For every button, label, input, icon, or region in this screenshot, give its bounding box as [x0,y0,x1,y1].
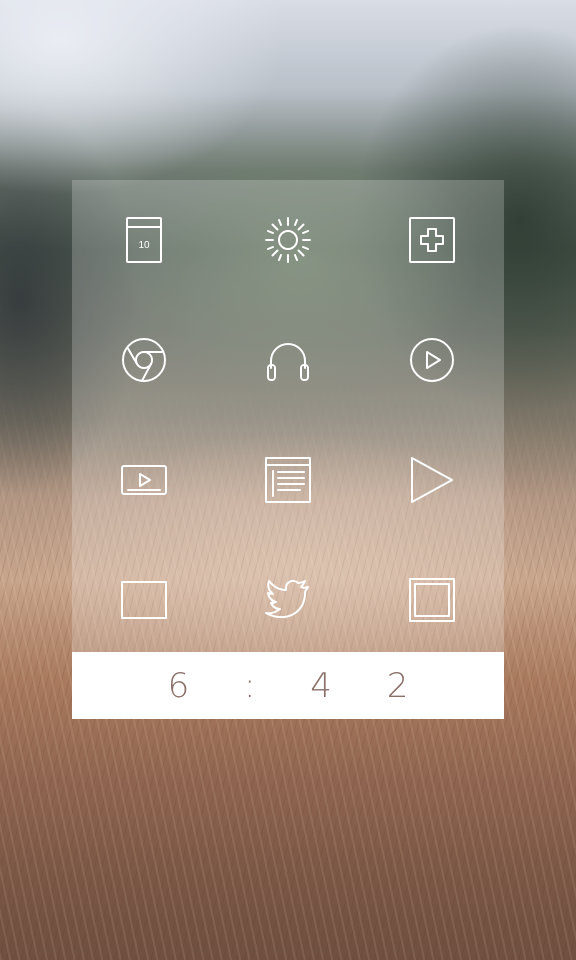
square-frame-icon[interactable] [114,570,174,630]
play-circle-video-icon[interactable] [402,330,462,390]
headphones-music-icon[interactable] [258,330,318,390]
plus-add-icon[interactable] [402,210,462,270]
weather-sun-icon[interactable] [258,210,318,270]
news-reader-icon[interactable] [258,450,318,510]
chrome-browser-icon[interactable] [114,330,174,390]
calendar-date-text: 10 [138,240,150,251]
twitter-bird-icon[interactable] [258,570,318,630]
play-store-icon[interactable] [402,450,462,510]
video-player-icon[interactable] [114,450,174,510]
gallery-frame-icon[interactable] [402,570,462,630]
clock-bar[interactable]: 6 : 4 2 [72,652,504,719]
icon-panel: 10 [72,180,504,652]
clock-time: 6 : 4 2 [167,665,431,706]
icon-grid: 10 [72,180,504,652]
calendar-icon[interactable]: 10 [114,210,174,270]
